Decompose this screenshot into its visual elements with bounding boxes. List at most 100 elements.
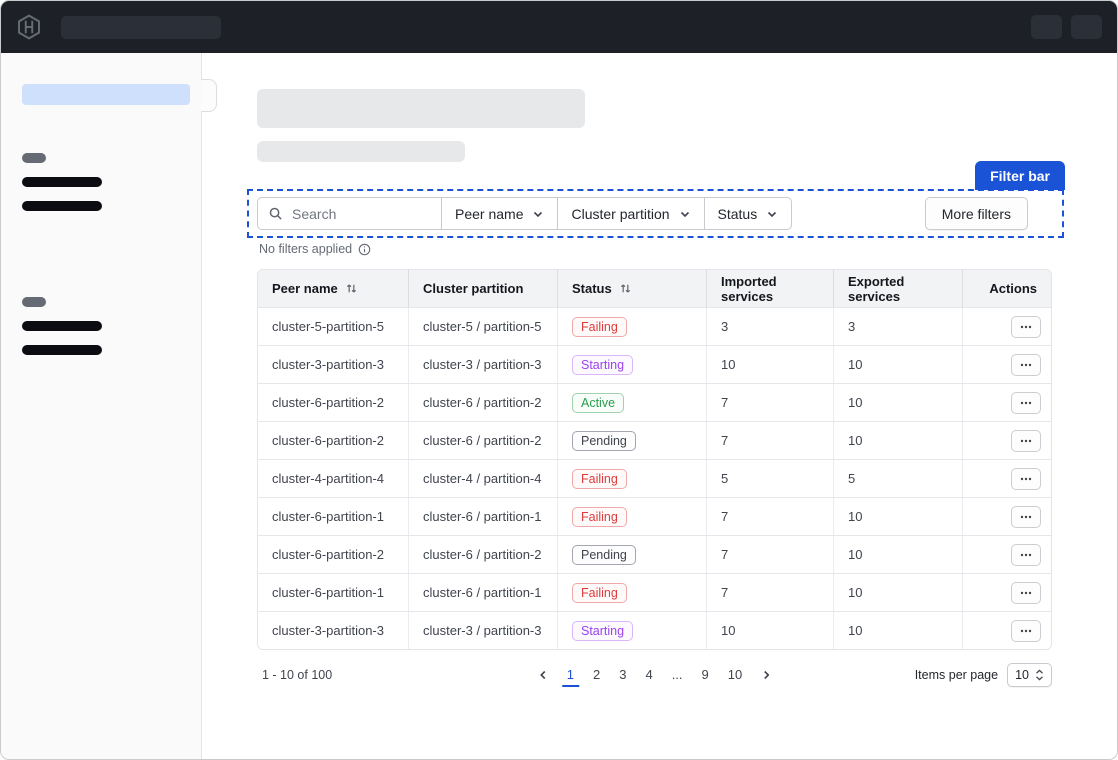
- pager-page-1[interactable]: 1: [562, 664, 579, 687]
- cell-imported: 7: [706, 498, 833, 535]
- pager-page-3[interactable]: 3: [614, 664, 631, 687]
- chevron-down-icon: [679, 208, 691, 220]
- table-row: cluster-6-partition-1 cluster-6 / partit…: [258, 573, 1051, 611]
- items-per-page-label: Items per page: [915, 668, 998, 682]
- status-badge: Failing: [572, 507, 627, 527]
- sort-icon: [619, 282, 632, 295]
- cell-exported: 10: [833, 498, 962, 535]
- ellipsis-icon: [1020, 477, 1032, 481]
- sidebar-collapse-handle[interactable]: [201, 79, 217, 112]
- row-actions-button[interactable]: [1011, 392, 1041, 414]
- row-actions-button[interactable]: [1011, 430, 1041, 452]
- status-badge: Failing: [572, 469, 627, 489]
- column-header-imported-services: Imported services: [706, 270, 833, 307]
- nav-search-skeleton: [61, 16, 221, 39]
- cell-cluster-partition: cluster-6 / partition-1: [408, 498, 557, 535]
- cell-cluster-partition: cluster-6 / partition-2: [408, 536, 557, 573]
- cell-cluster-partition: cluster-6 / partition-2: [408, 384, 557, 421]
- status-badge: Active: [572, 393, 624, 413]
- search-icon: [268, 206, 283, 221]
- cell-cluster-partition: cluster-4 / partition-4: [408, 460, 557, 497]
- table-row: cluster-3-partition-3 cluster-3 / partit…: [258, 345, 1051, 383]
- sidebar-section-label-skeleton: [22, 153, 46, 163]
- ellipsis-icon: [1020, 401, 1032, 405]
- cell-exported: 10: [833, 346, 962, 383]
- cell-cluster-partition: cluster-6 / partition-2: [408, 422, 557, 459]
- table-row: cluster-6-partition-2 cluster-6 / partit…: [258, 383, 1051, 421]
- column-header-actions: Actions: [962, 270, 1051, 307]
- cell-imported: 7: [706, 536, 833, 573]
- app-window: Filter bar: [0, 0, 1118, 760]
- cell-imported: 10: [706, 612, 833, 649]
- cell-exported: 10: [833, 612, 962, 649]
- info-icon[interactable]: [358, 243, 371, 256]
- ellipsis-icon: [1020, 591, 1032, 595]
- chevron-down-icon: [532, 208, 544, 220]
- table-row: cluster-6-partition-2 cluster-6 / partit…: [258, 535, 1051, 573]
- table-row: cluster-6-partition-2 cluster-6 / partit…: [258, 421, 1051, 459]
- row-actions-button[interactable]: [1011, 354, 1041, 376]
- cell-imported: 7: [706, 422, 833, 459]
- cluster-partition-filter-dropdown[interactable]: Cluster partition: [558, 197, 704, 230]
- sidebar-section-label-skeleton: [22, 297, 46, 307]
- chevron-down-icon: [766, 208, 778, 220]
- sidebar: [1, 53, 202, 759]
- cell-exported: 10: [833, 536, 962, 573]
- cell-peer-name: cluster-6-partition-1: [258, 574, 408, 611]
- nav-button-skeleton: [1031, 15, 1062, 39]
- previous-page-button[interactable]: [533, 667, 553, 683]
- pager-page-9[interactable]: 9: [697, 664, 714, 687]
- items-per-page-select[interactable]: 10: [1007, 663, 1052, 687]
- peer-name-filter-dropdown[interactable]: Peer name: [442, 197, 558, 230]
- status-badge: Pending: [572, 431, 636, 451]
- column-header-status[interactable]: Status: [557, 270, 706, 307]
- search-input[interactable]: [290, 205, 431, 223]
- status-badge: Failing: [572, 317, 627, 337]
- column-header-cluster-partition: Cluster partition: [408, 270, 557, 307]
- pager-page-2[interactable]: 2: [588, 664, 605, 687]
- ellipsis-icon: [1020, 325, 1032, 329]
- sidebar-active-item-skeleton: [22, 84, 190, 105]
- pager-ellipsis: ...: [667, 664, 688, 687]
- row-actions-button[interactable]: [1011, 468, 1041, 490]
- cell-exported: 10: [833, 574, 962, 611]
- cell-exported: 10: [833, 384, 962, 421]
- status-badge: Starting: [572, 621, 633, 641]
- search-field[interactable]: [257, 197, 442, 230]
- pagination-bar: 1 - 10 of 100 1234...910 Items per page: [257, 662, 1052, 688]
- cell-peer-name: cluster-5-partition-5: [258, 308, 408, 345]
- nav-button-skeleton: [1071, 15, 1102, 39]
- ellipsis-icon: [1020, 439, 1032, 443]
- cell-peer-name: cluster-4-partition-4: [258, 460, 408, 497]
- hashicorp-logo-icon: [16, 14, 42, 40]
- row-actions-button[interactable]: [1011, 316, 1041, 338]
- pager-page-4[interactable]: 4: [640, 664, 657, 687]
- row-actions-button[interactable]: [1011, 544, 1041, 566]
- row-actions-button[interactable]: [1011, 620, 1041, 642]
- filter-bar-callout: Filter bar: [247, 189, 1064, 238]
- cell-cluster-partition: cluster-3 / partition-3: [408, 346, 557, 383]
- cell-imported: 5: [706, 460, 833, 497]
- main-area: Filter bar: [202, 53, 1117, 759]
- status-badge: Pending: [572, 545, 636, 565]
- table-row: cluster-3-partition-3 cluster-3 / partit…: [258, 611, 1051, 649]
- row-actions-button[interactable]: [1011, 506, 1041, 528]
- row-actions-button[interactable]: [1011, 582, 1041, 604]
- ellipsis-icon: [1020, 363, 1032, 367]
- filter-toolbar: Peer name Cluster partition: [257, 197, 792, 230]
- column-header-peer-name[interactable]: Peer name: [258, 270, 408, 307]
- pager-page-10[interactable]: 10: [723, 664, 747, 687]
- next-page-button[interactable]: [756, 667, 776, 683]
- sidebar-item-skeleton: [22, 321, 102, 331]
- cell-cluster-partition: cluster-3 / partition-3: [408, 612, 557, 649]
- more-filters-button[interactable]: More filters: [925, 197, 1028, 230]
- cell-imported: 3: [706, 308, 833, 345]
- cell-exported: 10: [833, 422, 962, 459]
- status-filter-dropdown[interactable]: Status: [705, 197, 793, 230]
- status-badge: Failing: [572, 583, 627, 603]
- status-badge: Starting: [572, 355, 633, 375]
- cell-peer-name: cluster-6-partition-1: [258, 498, 408, 535]
- sidebar-item-skeleton: [22, 201, 102, 211]
- table-row: cluster-6-partition-1 cluster-6 / partit…: [258, 497, 1051, 535]
- filters-applied-status: No filters applied: [259, 242, 1117, 256]
